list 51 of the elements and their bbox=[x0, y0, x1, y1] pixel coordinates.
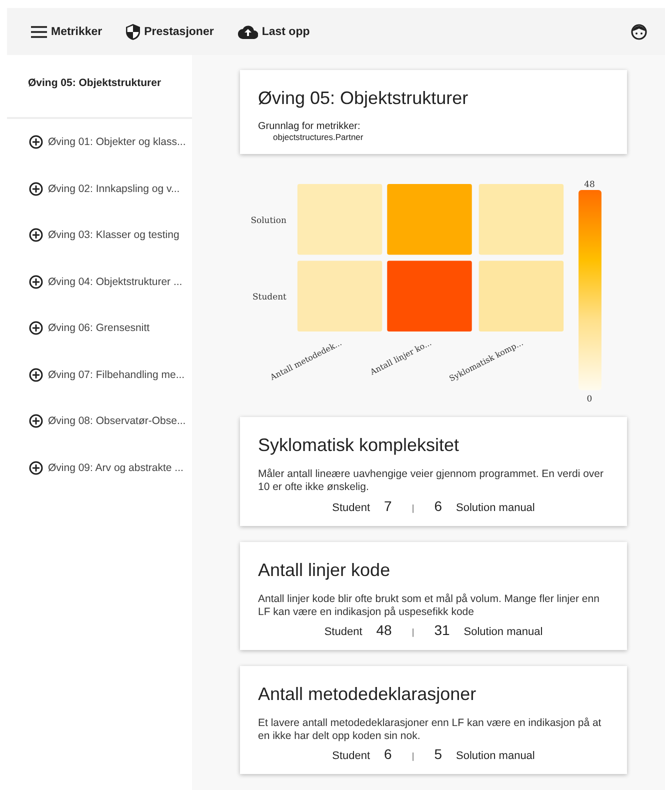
add-circle-icon bbox=[29, 321, 43, 336]
student-value: 48 bbox=[376, 622, 392, 638]
sidebar-item[interactable]: Øving 08: Observatør-Obse... bbox=[7, 398, 192, 444]
row-label: Student bbox=[252, 292, 286, 302]
cloud-upload-icon bbox=[238, 24, 258, 38]
separator: | bbox=[412, 751, 414, 761]
separator: | bbox=[412, 626, 414, 637]
menu-icon bbox=[31, 26, 47, 38]
toolbar-button[interactable]: Last opp bbox=[238, 24, 310, 38]
metric-description: Antall linjer kode blir ofte brukt som et mål på volum. Mange fler linjer enn LF kan være en indikasjon på uspesefikk kode bbox=[258, 592, 600, 619]
metrics-basis-label: Grunnlag for metrikker: bbox=[258, 121, 362, 132]
separator: | bbox=[412, 502, 414, 512]
sidebar-item[interactable]: Øving 07: Filbehandling me... bbox=[7, 352, 192, 398]
student-label: Student bbox=[332, 502, 370, 514]
student-label: Student bbox=[324, 626, 362, 638]
add-circle-icon bbox=[29, 135, 43, 150]
card-title: Antall linjer kode bbox=[258, 560, 392, 580]
shield-icon bbox=[126, 24, 140, 40]
add-circle-icon bbox=[29, 182, 43, 196]
solution-label: Solution manual bbox=[464, 626, 543, 638]
student-value: 6 bbox=[384, 746, 392, 762]
scale-min-label: 0 bbox=[586, 393, 592, 404]
add-circle-icon bbox=[29, 460, 43, 475]
row-label: Solution bbox=[250, 214, 286, 225]
sidebar-item[interactable]: Øving 02: Innkapsling og v... bbox=[7, 166, 192, 212]
solution-value: 5 bbox=[434, 746, 442, 762]
add-circle-icon bbox=[29, 228, 43, 242]
sidebar-item[interactable]: Øving 09: Arv og abstrakte ... bbox=[7, 444, 192, 491]
card-title: Øving 05: Objektstrukturer bbox=[258, 88, 470, 109]
sidebar-item[interactable]: Øving 01: Objekter og klass... bbox=[7, 119, 192, 166]
solution-value: 31 bbox=[434, 622, 450, 638]
sidebar-item[interactable]: Øving 04: Objektstrukturer ... bbox=[7, 258, 192, 305]
solution-label: Solution manual bbox=[456, 750, 535, 762]
sidebar-item[interactable]: Øving 06: Grensesnitt bbox=[7, 305, 192, 352]
student-label: Student bbox=[332, 750, 370, 762]
class-name: objectstructures.Partner bbox=[272, 132, 364, 142]
sidebar-item[interactable]: Øving 03: Klasser og testing bbox=[7, 212, 192, 258]
scale-max-label: 48 bbox=[584, 178, 594, 189]
solution-label: Solution manual bbox=[456, 502, 535, 514]
toolbar-button[interactable]: Prestasjoner bbox=[126, 24, 214, 40]
card-title: Syklomatisk kompleksitet bbox=[258, 435, 460, 456]
card-title: Antall metodedeklarasjoner bbox=[258, 684, 478, 705]
metric-description: Måler antall lineære uavhengige veier gjennom programmet. En verdi over 10 er ofte ikke ønskelig. bbox=[258, 468, 605, 494]
toolbar-button[interactable]: Metrikker bbox=[31, 26, 102, 38]
add-circle-icon bbox=[29, 414, 43, 428]
student-value: 7 bbox=[384, 498, 392, 514]
metric-description: Et lavere antall metodedeklarasjoner enn LF kan være en indikasjon på at en ikke har delt opp koden sin nok. bbox=[258, 716, 602, 743]
avatar-icon[interactable] bbox=[631, 24, 647, 40]
solution-value: 6 bbox=[434, 498, 442, 514]
add-circle-icon bbox=[29, 368, 43, 382]
add-circle-icon bbox=[29, 274, 43, 289]
